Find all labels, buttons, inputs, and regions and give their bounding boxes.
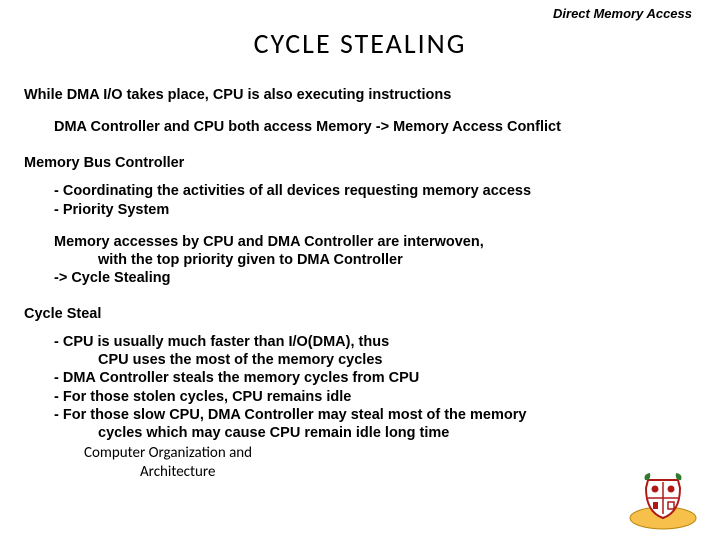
crest-logo-icon [628, 468, 698, 530]
section-heading-memory-bus: Memory Bus Controller [24, 154, 696, 172]
text-line: -> Cycle Stealing [54, 269, 696, 287]
section-heading-cycle-steal: Cycle Steal [24, 305, 696, 323]
bullet-cont: cycles which may cause CPU remain idle l… [54, 424, 696, 442]
bullet: - Coordinating the activities of all dev… [54, 182, 696, 200]
section2-bullets: - CPU is usually much faster than I/O(DM… [54, 333, 696, 481]
section1-paragraph: Memory accesses by CPU and DMA Controlle… [54, 233, 696, 287]
intro-line-2: DMA Controller and CPU both access Memor… [54, 118, 696, 136]
text-line: Memory accesses by CPU and DMA Controlle… [54, 233, 696, 251]
course-line-1: Computer Organization and [84, 444, 696, 463]
slide-title: CYCLE STEALING [0, 26, 720, 61]
bullet: - For those stolen cycles, CPU remains i… [54, 388, 696, 406]
bullet-cont: CPU uses the most of the memory cycles [54, 351, 696, 369]
section1-bullets: - Coordinating the activities of all dev… [54, 182, 696, 218]
course-line-2: Architecture [84, 463, 696, 482]
bullet: - For those slow CPU, DMA Controller may… [54, 406, 696, 424]
header-topic: Direct Memory Access [553, 6, 692, 21]
course-footer: Computer Organization and Architecture [84, 444, 696, 482]
bullet: - Priority System [54, 201, 696, 219]
bullet: - DMA Controller steals the memory cycle… [54, 369, 696, 387]
bullet: - CPU is usually much faster than I/O(DM… [54, 333, 696, 351]
slide-body: While DMA I/O takes place, CPU is also e… [24, 86, 696, 481]
intro-line-1: While DMA I/O takes place, CPU is also e… [24, 86, 696, 104]
text-line: with the top priority given to DMA Contr… [54, 251, 696, 269]
